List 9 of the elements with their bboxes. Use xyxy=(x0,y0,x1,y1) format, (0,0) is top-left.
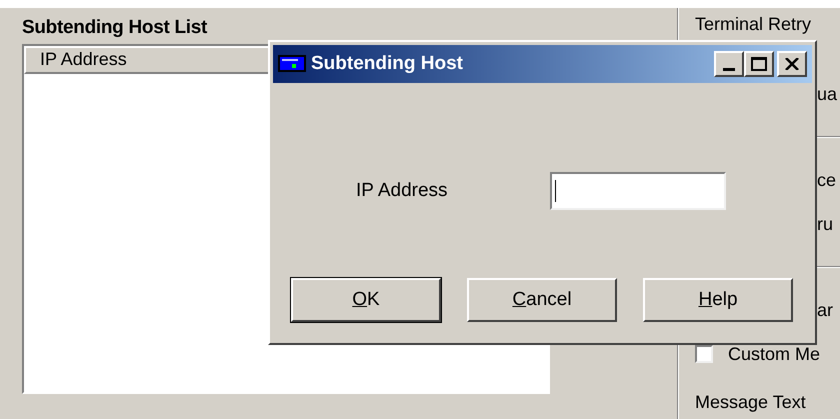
field-label: ar xyxy=(817,299,834,322)
field-label: Terminal Retry xyxy=(695,13,812,36)
field-label: Message Text xyxy=(695,391,806,414)
field-label: ua xyxy=(817,83,838,106)
panel-title: Subtending Host List xyxy=(22,16,208,40)
field-label: IP Address xyxy=(356,178,449,203)
checkbox-label: Custom Me xyxy=(728,342,820,366)
field-label: ru xyxy=(817,213,834,236)
field-label: ce xyxy=(817,169,836,192)
